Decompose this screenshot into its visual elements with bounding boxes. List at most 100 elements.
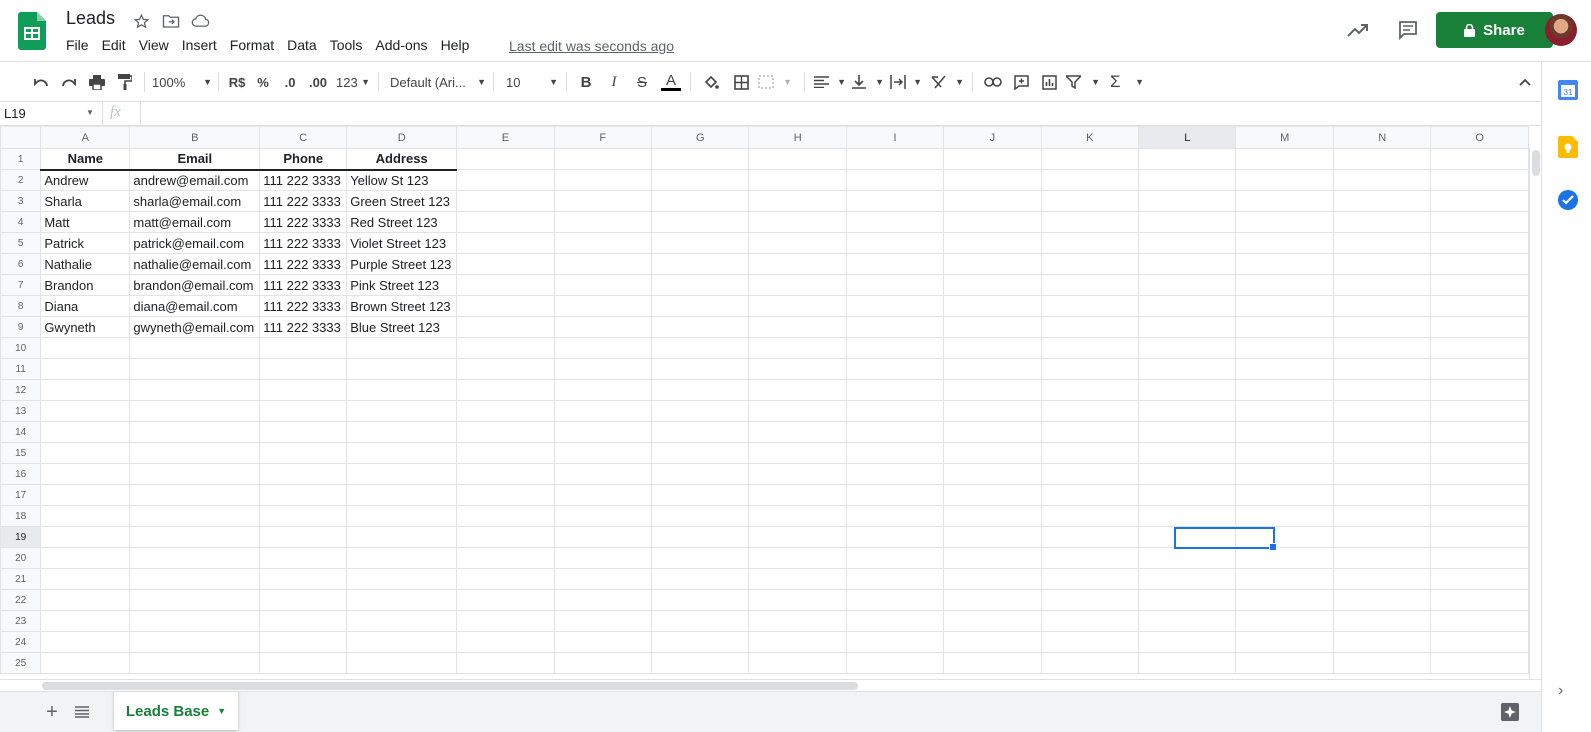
cell-O19[interactable] bbox=[1430, 526, 1529, 548]
cell-C8[interactable]: 111 222 3333 bbox=[259, 295, 348, 317]
borders-icon[interactable] bbox=[730, 70, 752, 94]
menu-file[interactable]: File bbox=[66, 37, 89, 53]
cell-I18[interactable] bbox=[845, 505, 945, 527]
cell-G22[interactable] bbox=[650, 589, 750, 611]
cell-K2[interactable] bbox=[1040, 169, 1140, 191]
cell-K6[interactable] bbox=[1040, 253, 1140, 275]
column-header-L[interactable]: L bbox=[1138, 126, 1237, 149]
cell-C5[interactable]: 111 222 3333 bbox=[259, 232, 348, 254]
cell-D8[interactable]: Brown Street 123 bbox=[346, 295, 458, 317]
cell-J16[interactable] bbox=[943, 463, 1042, 485]
italic-icon[interactable]: I bbox=[604, 70, 624, 94]
cell-J1[interactable] bbox=[943, 148, 1042, 170]
cell-L20[interactable] bbox=[1138, 547, 1237, 569]
row-header[interactable]: 13 bbox=[0, 400, 42, 422]
cell-B5[interactable]: patrick@email.com bbox=[129, 232, 261, 254]
zoom-select[interactable]: 100% ▼ bbox=[152, 70, 212, 94]
cell-B4[interactable]: matt@email.com bbox=[129, 211, 261, 233]
cell-O20[interactable] bbox=[1430, 547, 1529, 569]
cell-D15[interactable] bbox=[346, 442, 458, 464]
functions-icon[interactable]: Σ ▼ bbox=[1110, 70, 1144, 94]
cell-G13[interactable] bbox=[650, 400, 750, 422]
cell-K23[interactable] bbox=[1040, 610, 1140, 632]
cell-H17[interactable] bbox=[748, 484, 847, 506]
cell-G12[interactable] bbox=[650, 379, 750, 401]
cell-J21[interactable] bbox=[943, 568, 1042, 590]
cell-H20[interactable] bbox=[748, 547, 847, 569]
row-header[interactable]: 4 bbox=[0, 211, 42, 233]
cell-C18[interactable] bbox=[259, 505, 348, 527]
cell-B16[interactable] bbox=[129, 463, 261, 485]
cell-M9[interactable] bbox=[1235, 316, 1334, 338]
cell-N12[interactable] bbox=[1332, 379, 1432, 401]
menu-view[interactable]: View bbox=[139, 37, 169, 53]
cell-E1[interactable] bbox=[456, 148, 555, 170]
cell-M8[interactable] bbox=[1235, 295, 1334, 317]
cell-C6[interactable]: 111 222 3333 bbox=[259, 253, 348, 275]
cell-J19[interactable] bbox=[943, 526, 1042, 548]
cell-F16[interactable] bbox=[553, 463, 653, 485]
cell-I25[interactable] bbox=[845, 652, 945, 674]
cell-L17[interactable] bbox=[1138, 484, 1237, 506]
cell-L11[interactable] bbox=[1138, 358, 1237, 380]
activity-trend-icon[interactable] bbox=[1346, 18, 1370, 42]
cell-B19[interactable] bbox=[129, 526, 261, 548]
row-header[interactable]: 21 bbox=[0, 568, 42, 590]
font-size-select[interactable]: 10 ▼ bbox=[506, 70, 558, 94]
row-header[interactable]: 24 bbox=[0, 631, 42, 653]
cell-L2[interactable] bbox=[1138, 169, 1237, 191]
cell-F4[interactable] bbox=[553, 211, 653, 233]
cell-I15[interactable] bbox=[845, 442, 945, 464]
cell-G1[interactable] bbox=[650, 148, 750, 170]
cell-L9[interactable] bbox=[1138, 316, 1237, 338]
cell-F1[interactable] bbox=[553, 148, 653, 170]
row-header[interactable]: 25 bbox=[0, 652, 42, 674]
cell-I5[interactable] bbox=[845, 232, 945, 254]
row-header[interactable]: 5 bbox=[0, 232, 42, 254]
cell-O11[interactable] bbox=[1430, 358, 1529, 380]
cell-F20[interactable] bbox=[553, 547, 653, 569]
cell-K11[interactable] bbox=[1040, 358, 1140, 380]
cell-E19[interactable] bbox=[456, 526, 555, 548]
cell-A2[interactable]: Andrew bbox=[40, 169, 131, 191]
cell-J25[interactable] bbox=[943, 652, 1042, 674]
cell-H16[interactable] bbox=[748, 463, 847, 485]
cell-M15[interactable] bbox=[1235, 442, 1334, 464]
cell-A19[interactable] bbox=[40, 526, 131, 548]
cell-C11[interactable] bbox=[259, 358, 348, 380]
cell-E13[interactable] bbox=[456, 400, 555, 422]
cell-K20[interactable] bbox=[1040, 547, 1140, 569]
cloud-saved-icon[interactable] bbox=[190, 11, 210, 31]
cell-G17[interactable] bbox=[650, 484, 750, 506]
row-header[interactable]: 7 bbox=[0, 274, 42, 296]
cell-E6[interactable] bbox=[456, 253, 555, 275]
cell-C19[interactable] bbox=[259, 526, 348, 548]
cell-N7[interactable] bbox=[1332, 274, 1432, 296]
column-header-K[interactable]: K bbox=[1040, 126, 1140, 149]
cell-A5[interactable]: Patrick bbox=[40, 232, 131, 254]
cell-E7[interactable] bbox=[456, 274, 555, 296]
row-header[interactable]: 17 bbox=[0, 484, 42, 506]
cell-A20[interactable] bbox=[40, 547, 131, 569]
column-header-N[interactable]: N bbox=[1332, 126, 1432, 149]
cell-K3[interactable] bbox=[1040, 190, 1140, 212]
cell-L24[interactable] bbox=[1138, 631, 1237, 653]
cell-H7[interactable] bbox=[748, 274, 847, 296]
cell-F7[interactable] bbox=[553, 274, 653, 296]
cell-B3[interactable]: sharla@email.com bbox=[129, 190, 261, 212]
cell-N18[interactable] bbox=[1332, 505, 1432, 527]
cell-G8[interactable] bbox=[650, 295, 750, 317]
cell-H15[interactable] bbox=[748, 442, 847, 464]
cell-I2[interactable] bbox=[845, 169, 945, 191]
cell-M11[interactable] bbox=[1235, 358, 1334, 380]
cell-A3[interactable]: Sharla bbox=[40, 190, 131, 212]
cell-C13[interactable] bbox=[259, 400, 348, 422]
cell-G21[interactable] bbox=[650, 568, 750, 590]
cell-A7[interactable]: Brandon bbox=[40, 274, 131, 296]
cell-N2[interactable] bbox=[1332, 169, 1432, 191]
column-header-E[interactable]: E bbox=[456, 126, 555, 149]
cell-F19[interactable] bbox=[553, 526, 653, 548]
cell-D11[interactable] bbox=[346, 358, 458, 380]
cell-M19[interactable] bbox=[1235, 526, 1334, 548]
cell-O5[interactable] bbox=[1430, 232, 1529, 254]
